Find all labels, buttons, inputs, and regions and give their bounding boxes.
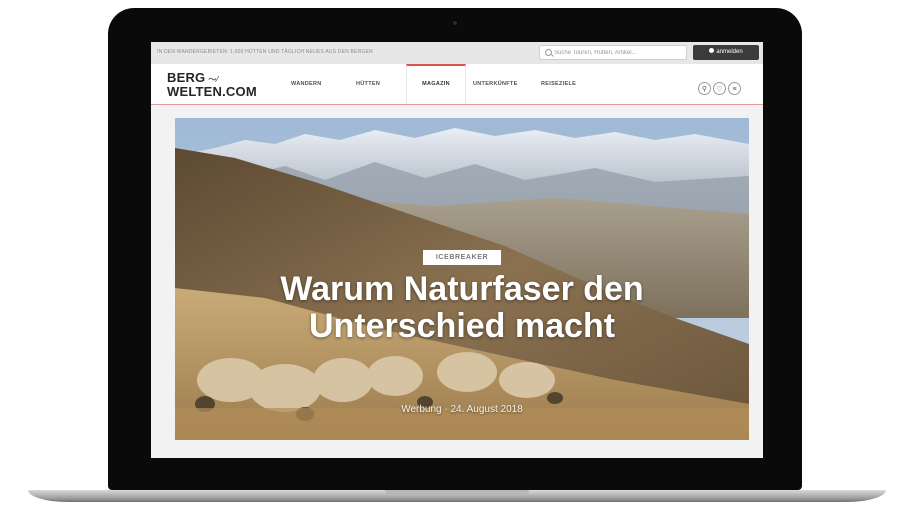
user-icon — [709, 47, 715, 53]
nav-item-unterkuenfte[interactable]: UNTERKÜNFTE — [473, 64, 518, 104]
main-navigation: BERG 〜⁄ WELTEN.COM WANDERN HÜTTEN MAGAZIN… — [151, 64, 763, 105]
browser-screen: IN DEN WANDERGEBIETEN: 1.000 HÜTTEN UND … — [151, 42, 763, 458]
bird-icon: 〜⁄ — [208, 75, 219, 84]
heart-icon[interactable]: ♡ — [713, 82, 726, 95]
top-tagline: IN DEN WANDERGEBIETEN: 1.000 HÜTTEN UND … — [157, 49, 373, 55]
laptop-base-notch — [385, 490, 529, 495]
logo-line-1: BERG — [167, 70, 206, 85]
site-logo[interactable]: BERG 〜⁄ WELTEN.COM — [167, 70, 257, 99]
search-input[interactable] — [554, 48, 682, 57]
article-headline[interactable]: Warum Naturfaser den Unterschied macht — [235, 271, 689, 345]
article-byline: Werbung · 24. August 2018 — [401, 404, 523, 415]
sponsor-tag[interactable]: ICEBREAKER — [423, 250, 501, 265]
nav-item-huetten[interactable]: HÜTTEN — [356, 64, 380, 104]
login-button[interactable]: anmelden — [693, 45, 759, 60]
search-icon — [545, 49, 552, 56]
logo-line-2: WELTEN.COM — [167, 84, 257, 99]
login-label: anmelden — [716, 49, 743, 55]
map-pin-icon[interactable]: ⚲ — [698, 82, 711, 95]
top-bar: IN DEN WANDERGEBIETEN: 1.000 HÜTTEN UND … — [151, 42, 763, 64]
hero-article[interactable]: ICEBREAKER Warum Naturfaser den Untersch… — [175, 118, 749, 440]
nav-icon-group: ⚲ ♡ ≡ — [698, 78, 743, 96]
menu-icon[interactable]: ≡ — [728, 82, 741, 95]
search-box[interactable] — [539, 45, 687, 60]
nav-item-magazin[interactable]: MAGAZIN — [406, 64, 466, 104]
nav-item-reiseziele[interactable]: REISEZIELE — [541, 64, 576, 104]
camera-dot — [453, 21, 457, 25]
nav-item-wandern[interactable]: WANDERN — [291, 64, 322, 104]
